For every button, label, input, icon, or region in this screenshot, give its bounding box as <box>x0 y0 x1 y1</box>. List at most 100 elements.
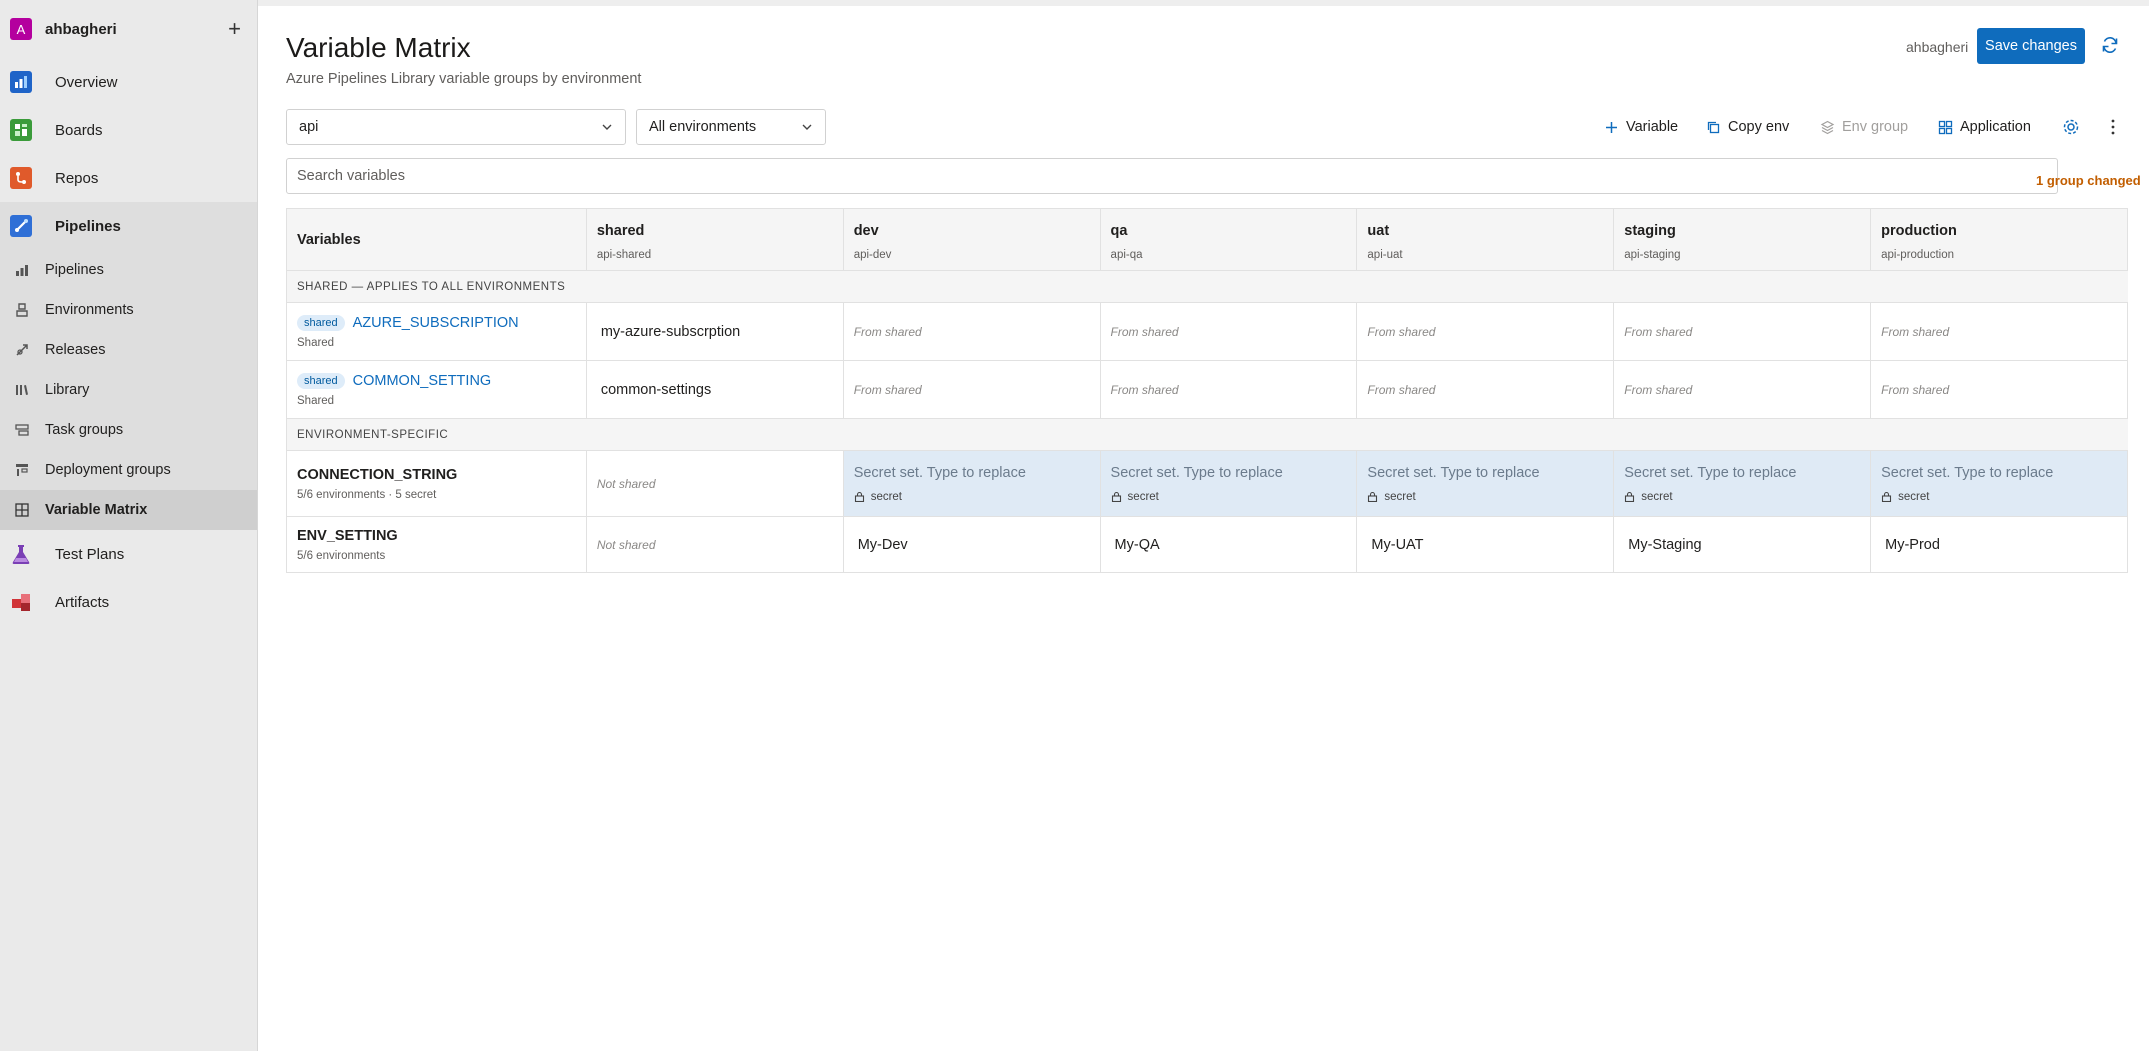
value-cell-dev[interactable]: From shared <box>844 303 1101 360</box>
copy-env-button[interactable]: Copy env <box>1706 114 1789 140</box>
add-variable-label: Variable <box>1626 119 1679 135</box>
plus-icon[interactable]: + <box>228 18 241 40</box>
org-name[interactable]: ahbagheri <box>45 21 228 38</box>
variable-value: My-QA <box>1114 536 1160 553</box>
sidebar-item-task-groups[interactable]: Task groups <box>0 410 257 450</box>
refresh-icon[interactable] <box>2100 35 2120 55</box>
secret-cell-uat[interactable]: Secret set. Type to replace secret <box>1357 451 1615 516</box>
sidebar-item-label: Task groups <box>45 422 124 438</box>
sidebar-item-environments[interactable]: Environments <box>0 290 257 330</box>
inherited-value: From shared <box>853 382 922 397</box>
sidebar-item-deployment-groups[interactable]: Deployment groups <box>0 450 257 490</box>
column-group: api-shared <box>596 249 652 261</box>
secret-cell-staging[interactable]: Secret set. Type to replace secret <box>1614 451 1872 516</box>
variable-name-cell: ENV_SETTING 5/6 environments <box>287 517 587 572</box>
variable-link[interactable]: AZURE_SUBSCRIPTION <box>353 315 519 331</box>
value-cell-production[interactable]: From shared <box>1871 303 2128 360</box>
copy-icon <box>1707 121 1720 133</box>
value-cell-staging[interactable]: My-Staging <box>1614 517 1872 572</box>
nav-repos[interactable]: Repos <box>0 154 257 202</box>
variable-matrix-table: Variables shared api-shared dev api-dev qa… <box>286 208 2128 573</box>
variable-value: My-Staging <box>1628 536 1702 553</box>
secret-cell-dev[interactable]: Secret set. Type to replace secret <box>843 451 1101 516</box>
sidebar-item-library[interactable]: Library <box>0 370 257 410</box>
value-cell-uat[interactable]: From shared <box>1357 361 1615 418</box>
nav-boards[interactable]: Boards <box>0 106 257 154</box>
boards-icon <box>10 119 32 141</box>
value-cell-uat[interactable]: My-UAT <box>1357 517 1615 572</box>
value-cell-shared[interactable]: Not shared <box>587 451 844 516</box>
value-cell-qa[interactable]: My-QA <box>1101 517 1358 572</box>
more-options-icon[interactable] <box>2103 117 2123 137</box>
nav-label: Test Plans <box>55 545 125 563</box>
column-group: api-uat <box>1367 249 1403 261</box>
sidebar-item-label: Releases <box>45 342 106 358</box>
value-cell-uat[interactable]: From shared <box>1357 303 1615 360</box>
lock-icon <box>1368 491 1378 502</box>
secret-cell-production[interactable]: Secret set. Type to replace secret <box>1871 451 2128 516</box>
pipeline-icon <box>14 262 30 278</box>
sidebar-item-label: Variable Matrix <box>45 502 148 518</box>
column-header-staging: staging api-staging <box>1614 209 1872 270</box>
env-group-button[interactable]: Env group <box>1820 114 1908 140</box>
value-cell-shared[interactable]: common-settings <box>587 361 844 418</box>
nav-test-plans[interactable]: Test Plans <box>0 530 257 578</box>
value-cell-qa[interactable]: From shared <box>1101 361 1358 418</box>
secret-placeholder: Secret set. Type to replace <box>853 464 1026 481</box>
sidebar-item-variable-matrix[interactable]: Variable Matrix <box>0 490 257 530</box>
column-header-qa: qa api-qa <box>1101 209 1358 270</box>
sidebar: A ahbagheri + Overview Boards Repos Pipe… <box>0 0 258 1051</box>
library-icon <box>14 382 30 398</box>
secret-placeholder: Secret set. Type to replace <box>1367 464 1540 481</box>
value-cell-production[interactable]: From shared <box>1871 361 2128 418</box>
inherited-value: From shared <box>1110 324 1179 339</box>
value-cell-qa[interactable]: From shared <box>1101 303 1358 360</box>
variable-name[interactable]: CONNECTION_STRING <box>297 467 576 483</box>
application-select[interactable]: api <box>286 109 626 145</box>
pipelines-icon <box>10 215 32 237</box>
inherited-value: From shared <box>1624 382 1693 397</box>
shared-badge: shared <box>297 372 345 389</box>
value-cell-staging[interactable]: From shared <box>1614 303 1872 360</box>
variable-name-cell: CONNECTION_STRING 5/6 environments · 5 s… <box>287 451 587 516</box>
column-header-variables: Variables <box>287 209 587 270</box>
sidebar-item-pipelines[interactable]: Pipelines <box>0 250 257 290</box>
variable-link[interactable]: COMMON_SETTING <box>353 373 492 389</box>
table-row: shared COMMON_SETTING Shared common-setti… <box>287 361 2128 419</box>
gear-icon[interactable] <box>2061 117 2081 137</box>
application-button[interactable]: Application <box>1938 114 2031 140</box>
secret-cell-qa[interactable]: Secret set. Type to replace secret <box>1100 451 1358 516</box>
org-header[interactable]: A ahbagheri + <box>0 0 257 58</box>
task-groups-icon <box>14 422 30 438</box>
search-input[interactable]: Search variables <box>286 158 2058 194</box>
org-avatar: A <box>10 18 32 40</box>
chevron-down-icon <box>802 124 812 130</box>
repos-icon <box>10 167 32 189</box>
environment-select-value: All environments <box>649 119 757 135</box>
save-button[interactable]: Save changes <box>1977 28 2085 64</box>
changed-text: 1 group changed <box>2036 173 2141 188</box>
nav-artifacts[interactable]: Artifacts <box>0 578 257 626</box>
table-row: ENV_SETTING 5/6 environments Not shared … <box>287 517 2128 573</box>
value-cell-dev[interactable]: My-Dev <box>844 517 1101 572</box>
application-select-value: api <box>299 119 319 135</box>
application-label: Application <box>1960 119 2031 135</box>
value-cell-dev[interactable]: From shared <box>844 361 1101 418</box>
nav-overview[interactable]: Overview <box>0 58 257 106</box>
variable-name[interactable]: ENV_SETTING <box>297 528 576 544</box>
environments-icon <box>14 302 30 318</box>
column-group: api-dev <box>853 249 892 261</box>
value-cell-production[interactable]: My-Prod <box>1871 517 2128 572</box>
variable-value: common-settings <box>600 381 712 398</box>
table-header-row: Variables shared api-shared dev api-dev qa… <box>287 209 2128 271</box>
layers-icon <box>1820 120 1835 134</box>
nav-pipelines[interactable]: Pipelines <box>0 202 257 250</box>
sidebar-item-releases[interactable]: Releases <box>0 330 257 370</box>
search-placeholder: Search variables <box>297 168 405 184</box>
add-variable-button[interactable]: Variable <box>1604 114 1678 140</box>
value-cell-shared[interactable]: Not shared <box>587 517 844 572</box>
environment-select[interactable]: All environments <box>636 109 826 145</box>
value-cell-staging[interactable]: From shared <box>1614 361 1872 418</box>
page-subtitle: Azure Pipelines Library variable groups … <box>286 71 642 87</box>
value-cell-shared[interactable]: my-azure-subscrption <box>587 303 844 360</box>
